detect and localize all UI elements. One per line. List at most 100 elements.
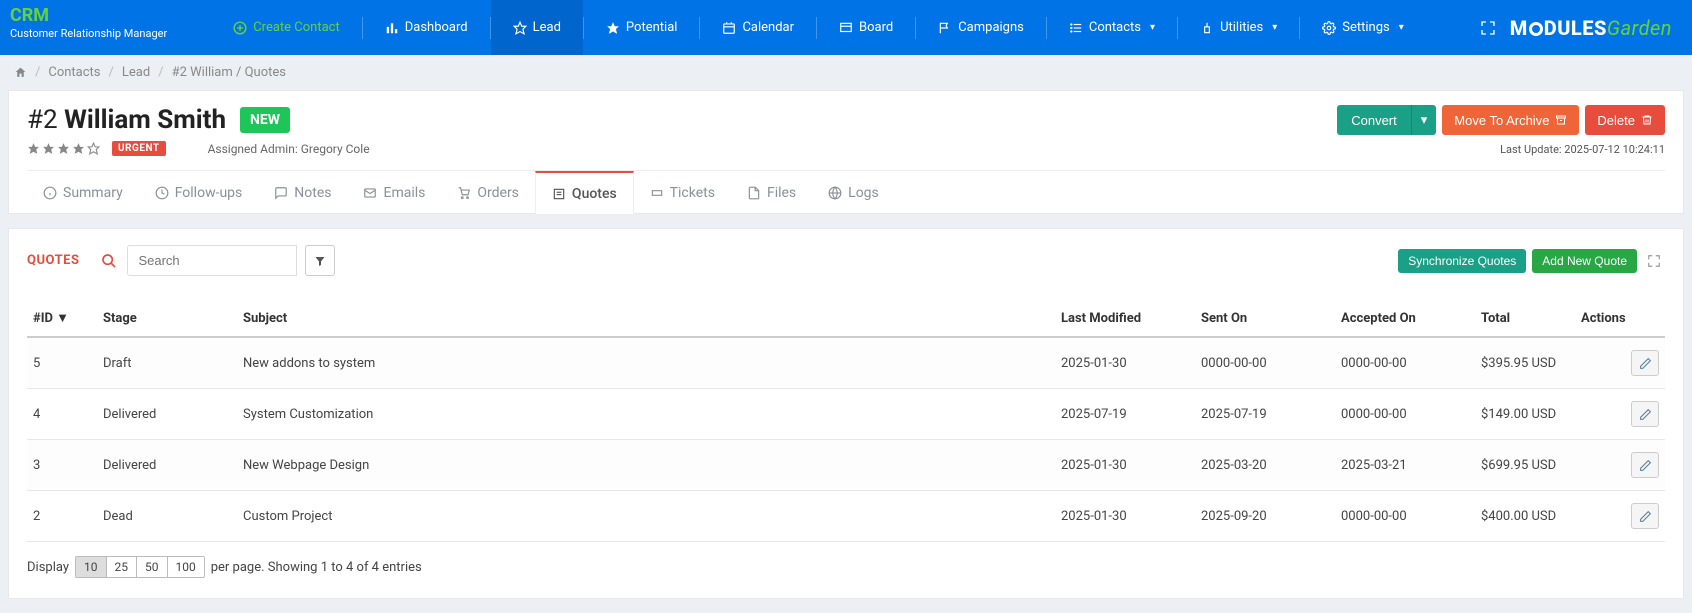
cell-stage: Dead — [97, 491, 237, 542]
cell-total: $699.95 USD — [1475, 440, 1575, 491]
edit-button[interactable] — [1631, 503, 1659, 529]
page-title: #2 William Smith — [27, 105, 226, 135]
cell-total: $395.95 USD — [1475, 337, 1575, 389]
nav-settings[interactable]: Settings ▾ — [1300, 0, 1426, 55]
page-size-selector: 10 25 50 100 — [75, 556, 205, 578]
page-size-50[interactable]: 50 — [137, 557, 168, 577]
nav-board[interactable]: Board — [817, 0, 915, 55]
rating-stars[interactable] — [27, 142, 100, 155]
cell-sent: 2025-09-20 — [1195, 491, 1335, 542]
nav-items: Create Contact Dashboard Lead Potential … — [211, 0, 1426, 55]
th-modified[interactable]: Last Modified — [1055, 300, 1195, 337]
nav-label: Utilities — [1220, 20, 1263, 35]
convert-button-main[interactable]: Convert — [1337, 105, 1411, 135]
tab-orders[interactable]: Orders — [441, 171, 535, 213]
cell-subject: New Webpage Design — [237, 440, 1055, 491]
tab-logs[interactable]: Logs — [812, 171, 895, 213]
th-stage[interactable]: Stage — [97, 300, 237, 337]
th-accepted[interactable]: Accepted On — [1335, 300, 1475, 337]
table-row[interactable]: 5DraftNew addons to system2025-01-300000… — [27, 337, 1665, 389]
convert-button-dropdown[interactable]: ▾ — [1411, 105, 1437, 135]
th-sent[interactable]: Sent On — [1195, 300, 1335, 337]
chevron-down-icon: ▾ — [1272, 22, 1277, 33]
plus-circle-icon — [233, 21, 247, 35]
tab-files[interactable]: Files — [731, 171, 812, 213]
convert-button[interactable]: Convert ▾ — [1337, 105, 1436, 135]
board-icon — [839, 21, 853, 35]
nav-utilities[interactable]: Utilities ▾ — [1178, 0, 1299, 55]
nav-label: Create Contact — [253, 20, 340, 35]
cell-accepted: 0000-00-00 — [1335, 337, 1475, 389]
nav-potential[interactable]: Potential — [584, 0, 700, 55]
cell-actions — [1575, 337, 1665, 389]
cell-sent: 0000-00-00 — [1195, 337, 1335, 389]
cell-actions — [1575, 389, 1665, 440]
panel-title: QUOTES — [27, 253, 79, 268]
ticket-icon — [650, 186, 664, 200]
delete-button[interactable]: Delete — [1585, 105, 1665, 135]
archive-icon — [1555, 114, 1567, 126]
envelope-icon — [363, 186, 377, 200]
table-row[interactable]: 3DeliveredNew Webpage Design2025-01-3020… — [27, 440, 1665, 491]
list-icon — [1069, 21, 1083, 35]
fullscreen-icon[interactable] — [1480, 20, 1496, 36]
status-badge-new: NEW — [240, 107, 290, 133]
quotes-table: #ID ▼ Stage Subject Last Modified Sent O… — [27, 300, 1665, 542]
tab-quotes[interactable]: Quotes — [535, 171, 634, 214]
assigned-admin: Assigned Admin: Gregory Cole — [208, 142, 370, 156]
clock-icon — [155, 186, 169, 200]
tab-tickets[interactable]: Tickets — [634, 171, 731, 213]
tab-emails[interactable]: Emails — [347, 171, 441, 213]
edit-button[interactable] — [1631, 401, 1659, 427]
cell-id: 4 — [27, 389, 97, 440]
nav-create-contact[interactable]: Create Contact — [211, 0, 362, 55]
table-row[interactable]: 4DeliveredSystem Customization2025-07-19… — [27, 389, 1665, 440]
move-to-archive-button[interactable]: Move To Archive — [1442, 105, 1579, 135]
cell-total: $149.00 USD — [1475, 389, 1575, 440]
cell-accepted: 0000-00-00 — [1335, 389, 1475, 440]
page-size-25[interactable]: 25 — [107, 557, 138, 577]
utilities-icon — [1200, 21, 1214, 35]
breadcrumb-contacts[interactable]: Contacts — [48, 65, 100, 80]
flag-icon — [938, 21, 952, 35]
brand-subtitle: Customer Relationship Manager — [10, 28, 167, 40]
th-subject[interactable]: Subject — [237, 300, 1055, 337]
filter-button[interactable] — [305, 245, 335, 276]
star-outline-icon — [513, 21, 527, 35]
table-row[interactable]: 2DeadCustom Project2025-01-302025-09-200… — [27, 491, 1665, 542]
th-id[interactable]: #ID ▼ — [27, 300, 97, 337]
chat-icon — [274, 186, 288, 200]
tab-followups[interactable]: Follow-ups — [139, 171, 259, 213]
nav-dashboard[interactable]: Dashboard — [363, 0, 490, 55]
edit-button[interactable] — [1631, 452, 1659, 478]
nav-contacts[interactable]: Contacts ▾ — [1047, 0, 1177, 55]
search-icon[interactable] — [91, 245, 127, 276]
add-new-quote-button[interactable]: Add New Quote — [1532, 249, 1637, 273]
cell-stage: Draft — [97, 337, 237, 389]
cell-actions — [1575, 491, 1665, 542]
nav-label: Dashboard — [405, 20, 468, 35]
cell-actions — [1575, 440, 1665, 491]
home-icon[interactable] — [14, 66, 27, 79]
priority-badge: URGENT — [112, 141, 166, 156]
th-total[interactable]: Total — [1475, 300, 1575, 337]
expand-icon[interactable] — [1643, 250, 1665, 272]
cell-id: 3 — [27, 440, 97, 491]
cell-stage: Delivered — [97, 440, 237, 491]
cell-id: 2 — [27, 491, 97, 542]
synchronize-quotes-button[interactable]: Synchronize Quotes — [1398, 249, 1526, 273]
page-size-10[interactable]: 10 — [76, 557, 107, 577]
breadcrumb-lead[interactable]: Lead — [122, 65, 150, 80]
tab-summary[interactable]: Summary — [27, 171, 139, 213]
nav-campaigns[interactable]: Campaigns — [916, 0, 1046, 55]
cell-modified: 2025-07-19 — [1055, 389, 1195, 440]
page-size-100[interactable]: 100 — [168, 557, 204, 577]
edit-button[interactable] — [1631, 350, 1659, 376]
nav-label: Campaigns — [958, 20, 1024, 35]
search-input[interactable] — [127, 245, 297, 276]
nav-lead[interactable]: Lead — [491, 0, 583, 55]
nav-calendar[interactable]: Calendar — [700, 0, 816, 55]
tab-notes[interactable]: Notes — [258, 171, 347, 213]
breadcrumb: / Contacts / Lead / #2 William / Quotes — [0, 55, 1692, 90]
calendar-icon — [722, 21, 736, 35]
